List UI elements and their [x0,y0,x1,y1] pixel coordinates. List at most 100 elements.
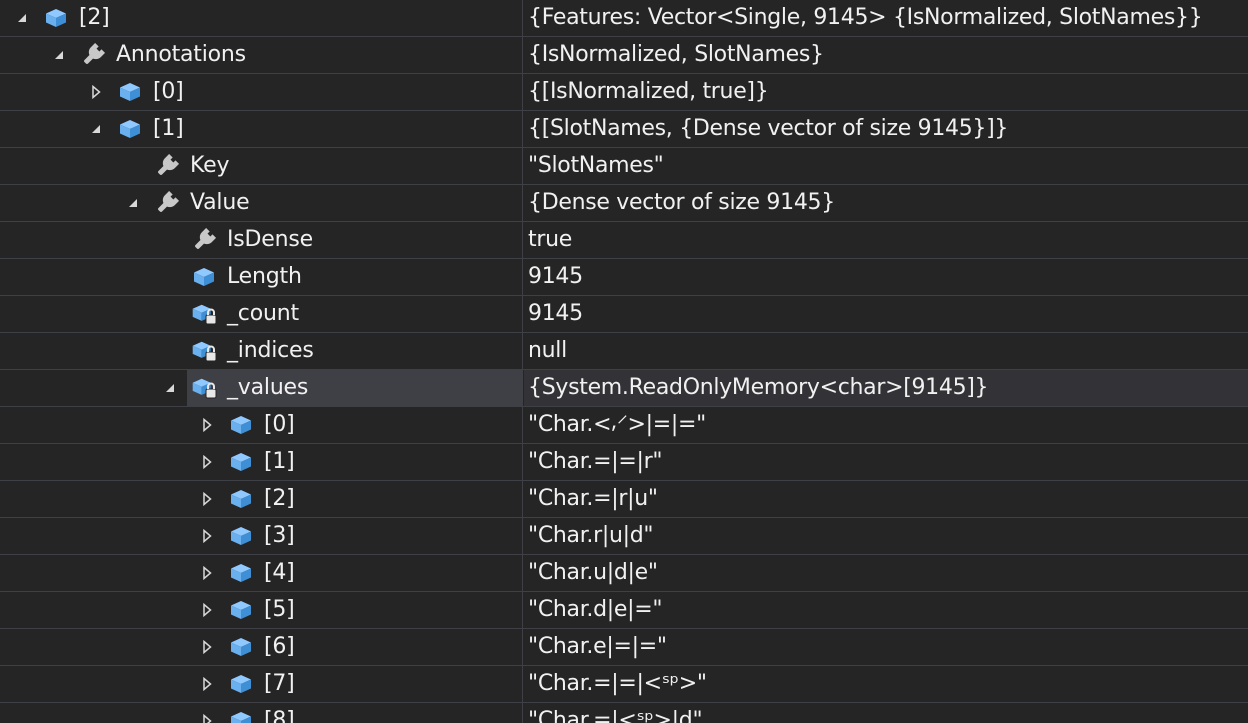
name-cell: _indices [0,333,523,369]
name-cell: [4] [0,555,523,591]
name-cell: [0] [0,407,523,443]
row-name: [2] [264,486,295,511]
row-name: [0] [153,79,184,104]
row-value[interactable]: "Char.r|u|d" [528,518,1248,554]
row-value[interactable]: {[SlotNames, {Dense vector of size 9145}… [528,111,1248,147]
row-value[interactable]: "Char.=|<ˢᵖ>|d" [528,703,1248,723]
row-value[interactable]: {Dense vector of size 9145} [528,185,1248,221]
row-value[interactable]: "Char.e|=|=" [528,629,1248,665]
row-value[interactable]: null [528,333,1248,369]
tree-row[interactable]: _values {System.ReadOnlyMemory<char>[9145… [0,370,1248,407]
row-name: [5] [264,597,295,622]
name-cell: [2] [0,0,523,36]
row-name: Length [227,264,302,289]
expand-arrow-icon[interactable] [197,481,217,517]
expand-arrow-icon[interactable] [197,703,217,723]
row-name: [1] [153,116,184,141]
expand-arrow-icon[interactable] [197,407,217,443]
row-value[interactable]: {IsNormalized, SlotNames} [528,37,1248,73]
row-name: [8] [264,708,295,723]
tree-row[interactable]: [5] "Char.d|e|=" [0,592,1248,629]
field-icon [228,450,254,474]
tree-row[interactable]: [0] {[IsNormalized, true]} [0,74,1248,111]
row-value[interactable]: "Char.u|d|e" [528,555,1248,591]
private-field-icon [191,302,217,326]
row-value[interactable]: true [528,222,1248,258]
row-name: [2] [79,5,110,30]
name-cell: Annotations [0,37,523,73]
field-icon [228,672,254,696]
row-name: [4] [264,560,295,585]
row-value[interactable]: "SlotNames" [528,148,1248,184]
tree-row[interactable]: [6] "Char.e|=|=" [0,629,1248,666]
collapse-arrow-icon[interactable] [160,370,180,406]
name-cell: [1] [0,444,523,480]
tree-row[interactable]: [2] {Features: Vector<Single, 9145> {IsNo… [0,0,1248,37]
row-value[interactable]: "Char.=|r|u" [528,481,1248,517]
tree-row[interactable]: [1] "Char.=|=|r" [0,444,1248,481]
row-value[interactable]: "Char.<⸴⸍>|=|=" [528,407,1248,443]
row-name: _indices [227,338,314,363]
name-cell: [6] [0,629,523,665]
expand-arrow-icon[interactable] [197,555,217,591]
tree-row[interactable]: [0] "Char.<⸴⸍>|=|=" [0,407,1248,444]
row-name: Annotations [116,42,246,67]
row-value[interactable]: "Char.d|e|=" [528,592,1248,628]
private-field-icon [191,376,217,400]
row-value[interactable]: "Char.=|=|<ˢᵖ>" [528,666,1248,702]
name-cell: _values [0,370,523,406]
field-icon [228,487,254,511]
property-icon [80,42,106,67]
expand-arrow-icon[interactable] [197,592,217,628]
tree-row[interactable]: [3] "Char.r|u|d" [0,518,1248,555]
row-name: [1] [264,449,295,474]
name-cell: [8] [0,703,523,723]
field-icon [228,709,254,723]
name-cell: [5] [0,592,523,628]
row-value[interactable]: 9145 [528,296,1248,332]
expand-arrow-icon[interactable] [197,444,217,480]
expand-arrow-icon[interactable] [197,666,217,702]
collapse-arrow-icon[interactable] [123,185,143,221]
private-field-icon [191,339,217,363]
name-cell: IsDense [0,222,523,258]
row-name: [0] [264,412,295,437]
collapse-arrow-icon[interactable] [86,111,106,147]
field-icon [117,117,143,141]
expand-arrow-icon[interactable] [197,629,217,665]
tree-row[interactable]: Value {Dense vector of size 9145} [0,185,1248,222]
tree-row[interactable]: IsDense true [0,222,1248,259]
tree-row[interactable]: _indices null [0,333,1248,370]
field-icon [228,524,254,548]
property-icon [191,227,217,252]
tree-row[interactable]: Annotations {IsNormalized, SlotNames} [0,37,1248,74]
name-cell: [1] [0,111,523,147]
field-icon [228,635,254,659]
row-name: _count [227,301,299,326]
tree-row[interactable]: Key "SlotNames" [0,148,1248,185]
row-value[interactable]: 9145 [528,259,1248,295]
row-name: Key [190,153,230,178]
tree-row[interactable]: [7] "Char.=|=|<ˢᵖ>" [0,666,1248,703]
name-cell: [3] [0,518,523,554]
row-value[interactable]: "Char.=|=|r" [528,444,1248,480]
property-icon [154,153,180,178]
tree-row[interactable]: [4] "Char.u|d|e" [0,555,1248,592]
collapse-arrow-icon[interactable] [49,37,69,73]
name-cell: _count [0,296,523,332]
row-value[interactable]: {[IsNormalized, true]} [528,74,1248,110]
tree-row[interactable]: _count 9145 [0,296,1248,333]
tree-row[interactable]: [1] {[SlotNames, {Dense vector of size 91… [0,111,1248,148]
collapse-arrow-icon[interactable] [12,0,32,36]
field-icon [228,561,254,585]
tree-row[interactable]: [2] "Char.=|r|u" [0,481,1248,518]
row-name: IsDense [227,227,313,252]
row-value[interactable]: {Features: Vector<Single, 9145> {IsNorma… [528,0,1248,36]
property-icon [154,190,180,215]
name-cell: [2] [0,481,523,517]
tree-row[interactable]: [8] "Char.=|<ˢᵖ>|d" [0,703,1248,723]
row-value[interactable]: {System.ReadOnlyMemory<char>[9145]} [524,370,1248,406]
expand-arrow-icon[interactable] [86,74,106,110]
tree-row[interactable]: Length 9145 [0,259,1248,296]
expand-arrow-icon[interactable] [197,518,217,554]
